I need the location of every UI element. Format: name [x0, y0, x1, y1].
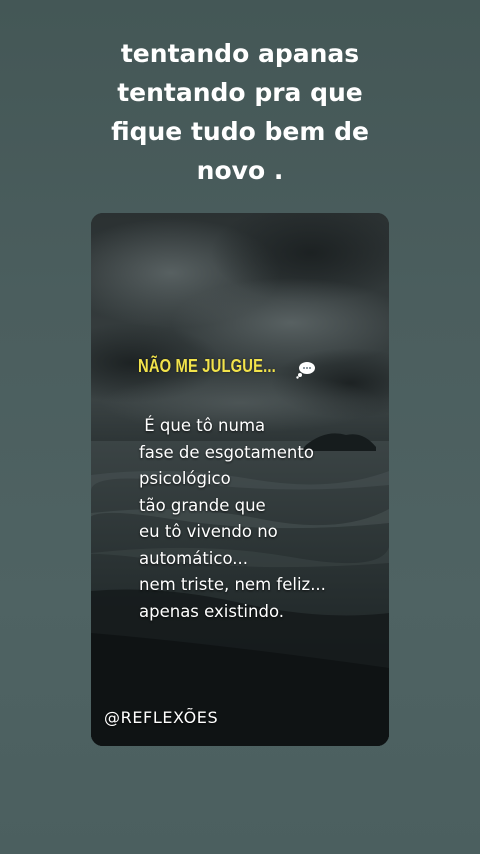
card-heading: NÃO ME JULGUE...	[138, 356, 276, 376]
quote-line: É que tô numa	[139, 416, 266, 435]
quote-line: tão grande que	[139, 495, 266, 515]
quote-body: É que tô numa fase de esgotamento psicol…	[139, 413, 379, 625]
quote-card[interactable]: NÃO ME JULGUE... É que tô numa fase de e…	[91, 213, 389, 746]
caption-line: novo .	[196, 156, 284, 185]
caption-line: fique tudo bem de	[111, 117, 369, 146]
quote-line: psicológico	[139, 469, 231, 488]
caption: tentando apanas tentando pra que fique t…	[60, 34, 420, 190]
caption-line: tentando pra que	[117, 78, 363, 107]
thought-balloon-icon	[296, 362, 315, 379]
quote-line: nem triste, nem feliz...	[139, 575, 326, 594]
quote-line: automático...	[139, 548, 248, 568]
caption-line: tentando apanas	[120, 39, 360, 68]
quote-line: eu tô vivendo no	[139, 522, 278, 541]
quote-line: fase de esgotamento	[139, 442, 314, 462]
quote-line: apenas existindo.	[139, 601, 284, 621]
author-handle[interactable]: @REFLEXÕES	[104, 708, 218, 727]
